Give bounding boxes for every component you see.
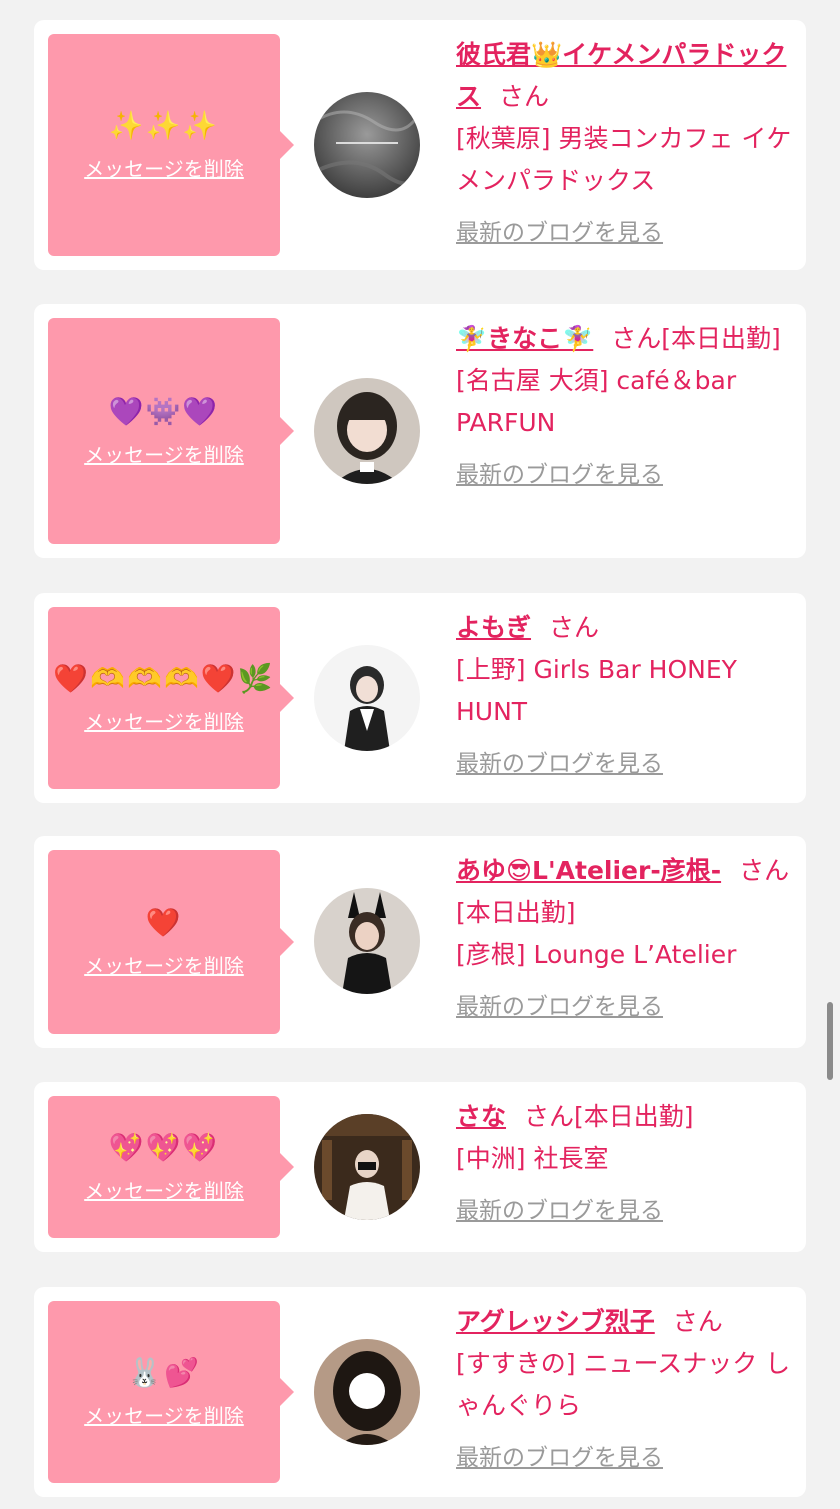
message-bubble: 🐰💕 メッセージを削除 — [48, 1301, 294, 1483]
honorific: さん — [549, 613, 600, 642]
message-list: ✨✨✨ メッセージを削除 彼氏君👑イケメンパラドックス さん [秋葉原] 男装コン… — [0, 0, 840, 1509]
message-bubble: ✨✨✨ メッセージを削除 — [48, 34, 294, 256]
shop-name: [秋葉原] 男装コンカフェ イケメンパラドックス — [456, 124, 792, 195]
shop-name: [彦根] Lounge L’Atelier — [456, 940, 737, 969]
honorific: さん — [611, 324, 662, 353]
avatar[interactable] — [314, 645, 420, 751]
message-bubble: 💖💖💖 メッセージを削除 — [48, 1096, 294, 1238]
message-emoji: ✨✨✨ — [108, 108, 220, 142]
scrollbar-thumb[interactable] — [827, 1002, 833, 1080]
message-bubble: ❤️🫶🫶🫶❤️🌿 メッセージを削除 — [48, 607, 294, 789]
message-bubble: ❤️ メッセージを削除 — [48, 850, 294, 1034]
shop-name: [すすきの] ニュースナック しゃんぐりら — [456, 1349, 791, 1420]
cast-name-link[interactable]: さな — [456, 1102, 506, 1131]
avatar[interactable] — [314, 1339, 420, 1445]
avatar[interactable] — [314, 888, 420, 994]
message-card: 💖💖💖 メッセージを削除 さな さん[本日出勤] [中洲] 社長室 最新のブログを… — [34, 1082, 806, 1252]
cast-name-link[interactable]: あゆ😎L'Atelier-彦根- — [456, 856, 721, 885]
card-info: 🧚‍♀️きなこ🧚‍♀️ さん[本日出勤] [名古屋 大須] café＆bar PA… — [456, 318, 792, 496]
shop-name: [名古屋 大須] café＆bar PARFUN — [456, 366, 737, 437]
message-emoji: 💜👾💜 — [108, 394, 220, 428]
attendance-status: [本日出勤] — [661, 324, 781, 353]
delete-message-link[interactable]: メッセージを削除 — [84, 439, 244, 468]
message-emoji: ❤️ — [145, 905, 183, 939]
message-bubble: 💜👾💜 メッセージを削除 — [48, 318, 294, 544]
avatar[interactable] — [314, 92, 420, 198]
delete-message-link[interactable]: メッセージを削除 — [84, 153, 244, 182]
message-card: ❤️🫶🫶🫶❤️🌿 メッセージを削除 よもぎ さん [上野] Girls Bar H… — [34, 593, 806, 803]
avatar[interactable] — [314, 378, 420, 484]
cast-name-link[interactable]: 🧚‍♀️きなこ🧚‍♀️ — [456, 324, 593, 353]
honorific: さん — [499, 82, 550, 111]
latest-blog-link[interactable]: 最新のブログを見る — [456, 986, 663, 1028]
latest-blog-link[interactable]: 最新のブログを見る — [456, 1190, 663, 1232]
message-card: ✨✨✨ メッセージを削除 彼氏君👑イケメンパラドックス さん [秋葉原] 男装コン… — [34, 20, 806, 270]
delete-message-link[interactable]: メッセージを削除 — [84, 1175, 244, 1204]
cast-name-link[interactable]: よもぎ — [456, 613, 531, 642]
shop-name: [中洲] 社長室 — [456, 1144, 609, 1173]
latest-blog-link[interactable]: 最新のブログを見る — [456, 212, 663, 254]
honorific: さん — [739, 856, 790, 885]
card-info: 彼氏君👑イケメンパラドックス さん [秋葉原] 男装コンカフェ イケメンパラドック… — [456, 34, 792, 254]
message-card: 🐰💕 メッセージを削除 アグレッシブ烈子 さん [すすきの] ニュースナック しゃ… — [34, 1287, 806, 1497]
delete-message-link[interactable]: メッセージを削除 — [84, 706, 244, 735]
delete-message-link[interactable]: メッセージを削除 — [84, 950, 244, 979]
honorific: さん — [524, 1102, 575, 1131]
card-info: あゆ😎L'Atelier-彦根- さん [本日出勤] [彦根] Lounge L’A… — [456, 850, 792, 1028]
honorific: さん — [672, 1307, 723, 1336]
attendance-status: [本日出勤] — [456, 898, 576, 927]
card-info: アグレッシブ烈子 さん [すすきの] ニュースナック しゃんぐりら 最新のブログを… — [456, 1301, 792, 1479]
attendance-status: [本日出勤] — [574, 1102, 694, 1131]
avatar[interactable] — [314, 1114, 420, 1220]
shop-name: [上野] Girls Bar HONEY HUNT — [456, 655, 737, 726]
message-emoji: ❤️🫶🫶🫶❤️🌿 — [53, 661, 275, 695]
message-emoji: 💖💖💖 — [108, 1130, 220, 1164]
message-card: 💜👾💜 メッセージを削除 🧚‍♀️きなこ🧚‍♀️ さん[本日出勤] [名古屋 大須… — [34, 304, 806, 558]
delete-message-link[interactable]: メッセージを削除 — [84, 1400, 244, 1429]
card-info: さな さん[本日出勤] [中洲] 社長室 最新のブログを見る — [456, 1096, 792, 1232]
message-card: ❤️ メッセージを削除 あゆ😎L'Atelier-彦根- さん [本日出勤] [彦根… — [34, 836, 806, 1048]
cast-name-link[interactable]: アグレッシブ烈子 — [456, 1307, 655, 1336]
card-info: よもぎ さん [上野] Girls Bar HONEY HUNT 最新のブログを見… — [456, 607, 792, 785]
latest-blog-link[interactable]: 最新のブログを見る — [456, 743, 663, 785]
latest-blog-link[interactable]: 最新のブログを見る — [456, 1437, 663, 1479]
latest-blog-link[interactable]: 最新のブログを見る — [456, 454, 663, 496]
message-emoji: 🐰💕 — [127, 1355, 201, 1389]
